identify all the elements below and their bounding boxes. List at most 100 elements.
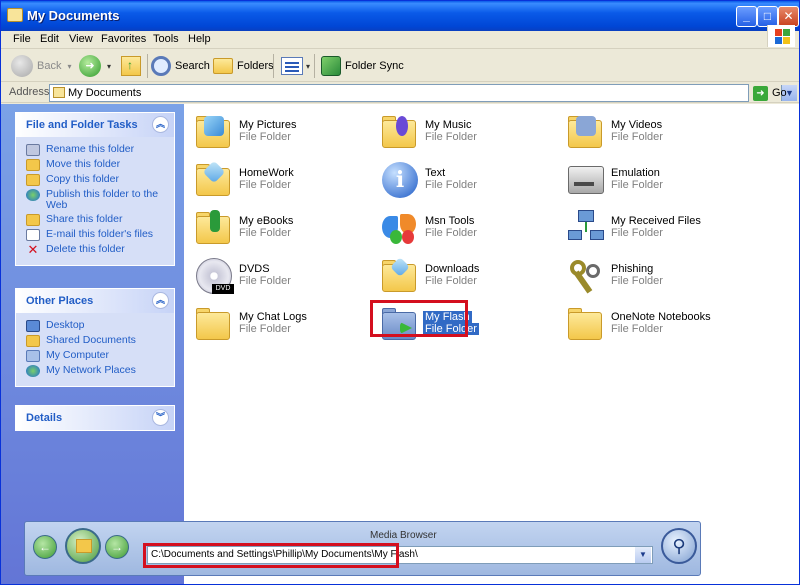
up-folder-button[interactable]: ↑ [121, 53, 141, 79]
maximize-button[interactable]: □ [757, 6, 778, 27]
music-folder-icon [380, 112, 420, 152]
explorer-window: My Documents _ □ ✕ File Edit View Favori… [0, 0, 800, 585]
chevron-down-icon[interactable]: ▾ [67, 62, 71, 71]
task-label: Publish this folder to the Web [46, 188, 159, 211]
ebooks-folder-icon [194, 208, 234, 248]
search-icon [151, 56, 171, 76]
task-move-folder[interactable]: Move this folder [26, 159, 164, 171]
file-item[interactable]: Emulation File Folder [561, 158, 741, 202]
search-button[interactable]: Search [151, 53, 210, 79]
globe-icon [26, 189, 40, 201]
move-icon [26, 159, 40, 171]
email-icon [26, 229, 40, 241]
go-arrow-icon: ➜ [753, 85, 768, 101]
back-label: Back [37, 60, 62, 72]
videos-folder-icon [566, 112, 606, 152]
place-my-network-places[interactable]: My Network Places [26, 365, 164, 377]
menu-favorites[interactable]: Favorites [101, 33, 146, 45]
place-desktop[interactable]: Desktop [26, 320, 164, 332]
task-publish-folder[interactable]: Publish this folder to the Web [26, 189, 164, 211]
task-label: Move this folder [46, 158, 121, 170]
file-item[interactable]: My Music File Folder [375, 110, 555, 154]
path-highlight-box [143, 543, 399, 568]
file-item[interactable]: Msn Tools File Folder [375, 206, 555, 250]
menu-bar: File Edit View Favorites Tools Help [1, 31, 799, 49]
media-forward-button[interactable]: → [105, 535, 129, 559]
file-item[interactable]: My Pictures File Folder [189, 110, 369, 154]
pictures-folder-icon [194, 112, 234, 152]
shared-folder-icon [26, 335, 40, 347]
file-item[interactable]: OneNote Notebooks File Folder [561, 302, 741, 346]
go-button[interactable]: ➜ Go [753, 84, 797, 102]
back-button[interactable]: Back ▾ [11, 53, 71, 79]
file-type: File Folder [611, 131, 663, 143]
file-name: My Received Files [611, 215, 701, 227]
folders-button[interactable]: Folders [213, 53, 274, 79]
file-folder-tasks-panel: File and Folder Tasks ︽ Rename this fold… [15, 112, 175, 266]
up-folder-icon: ↑ [121, 56, 141, 76]
file-item[interactable]: My Videos File Folder [561, 110, 741, 154]
address-label: Address [9, 86, 50, 98]
close-button[interactable]: ✕ [778, 6, 799, 27]
file-type: File Folder [239, 227, 291, 239]
media-search-button[interactable]: ⚲ [661, 528, 697, 564]
file-item[interactable]: Downloads File Folder [375, 254, 555, 298]
task-email-files[interactable]: E-mail this folder's files [26, 229, 164, 241]
folder-icon [7, 8, 23, 22]
address-input[interactable]: My Documents ▼ [49, 84, 797, 102]
folder-sync-button[interactable]: Folder Sync [321, 53, 404, 79]
menu-help[interactable]: Help [188, 33, 211, 45]
folders-icon [213, 58, 233, 74]
file-item[interactable]: DVD DVDS File Folder [189, 254, 369, 298]
media-up-folder-button[interactable] [65, 528, 101, 564]
file-name: Downloads [425, 263, 480, 275]
task-label: Delete this folder [46, 243, 125, 255]
chevron-down-icon[interactable]: ▾ [107, 62, 111, 71]
media-back-button[interactable]: ← [33, 535, 57, 559]
place-shared-documents[interactable]: Shared Documents [26, 335, 164, 347]
file-item[interactable]: i Text File Folder [375, 158, 555, 202]
menu-file[interactable]: File [13, 33, 31, 45]
drive-icon [566, 160, 606, 200]
menu-view[interactable]: View [69, 33, 93, 45]
details-title: Details [26, 412, 63, 424]
task-share-folder[interactable]: Share this folder [26, 214, 164, 226]
task-copy-folder[interactable]: Copy this folder [26, 174, 164, 186]
delete-icon: ✕ [27, 242, 39, 257]
collapse-icon[interactable]: ︽ [152, 292, 169, 309]
go-label: Go [772, 87, 787, 99]
file-item[interactable]: HomeWork File Folder [189, 158, 369, 202]
menu-tools[interactable]: Tools [153, 33, 179, 45]
views-button[interactable]: ▾ [281, 53, 310, 79]
place-label: Desktop [46, 319, 85, 331]
place-my-computer[interactable]: My Computer [26, 350, 164, 362]
task-rename-folder[interactable]: Rename this folder [26, 144, 164, 156]
task-delete-folder[interactable]: ✕ Delete this folder [26, 242, 164, 257]
chevron-down-icon[interactable]: ▾ [306, 62, 310, 71]
file-type: File Folder [425, 131, 477, 143]
task-label: Rename this folder [46, 143, 135, 155]
expand-icon[interactable]: ︾ [152, 409, 169, 426]
toolbar: Back ▾ ➜ ▾ ↑ Search Folders ▾ Folder Syn… [1, 50, 799, 82]
file-item[interactable]: My Chat Logs File Folder [189, 302, 369, 346]
file-type: File Folder [239, 323, 291, 335]
file-item[interactable]: Phishing File Folder [561, 254, 741, 298]
other-places-header[interactable]: Other Places ︽ [16, 289, 174, 313]
title-bar[interactable]: My Documents _ □ ✕ [1, 1, 799, 31]
details-header[interactable]: Details ︾ [16, 406, 174, 430]
media-browser: Media Browser ← → C:\Documents and Setti… [24, 521, 701, 576]
toolbar-separator [147, 54, 148, 78]
media-path-dropdown-button[interactable]: ▼ [635, 547, 651, 563]
file-type: File Folder [425, 227, 477, 239]
task-label: Share this folder [46, 213, 123, 225]
file-type: File Folder [239, 131, 291, 143]
collapse-icon[interactable]: ︽ [152, 116, 169, 133]
folders-label: Folders [237, 60, 274, 72]
file-name: Emulation [611, 167, 660, 179]
forward-button[interactable]: ➜ ▾ [79, 53, 111, 79]
file-item[interactable]: My Received Files File Folder [561, 206, 741, 250]
file-item[interactable]: My eBooks File Folder [189, 206, 369, 250]
minimize-button[interactable]: _ [736, 6, 757, 27]
menu-edit[interactable]: Edit [40, 33, 59, 45]
file-folder-tasks-header[interactable]: File and Folder Tasks ︽ [16, 113, 174, 137]
